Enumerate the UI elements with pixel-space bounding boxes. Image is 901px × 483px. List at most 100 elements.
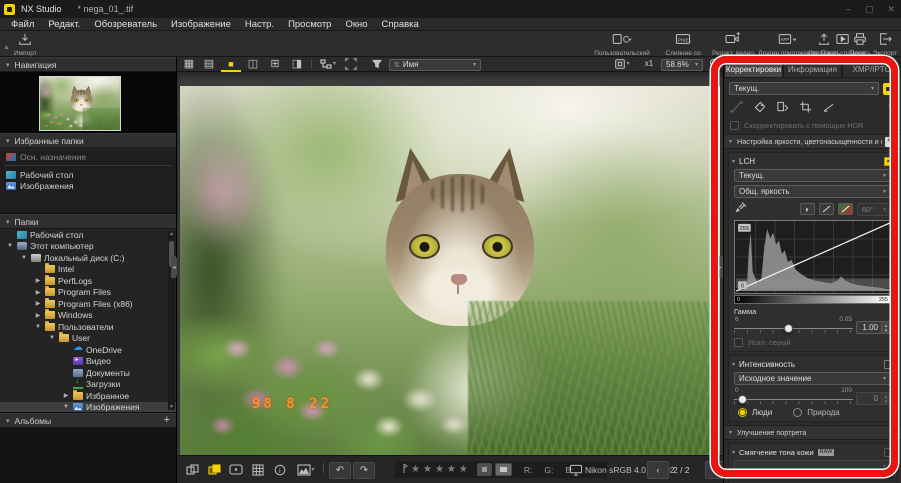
multi-sampler-icon[interactable]: [734, 201, 748, 217]
tree-item-downloads[interactable]: Загрузки: [0, 379, 176, 391]
close-button[interactable]: ✕: [887, 4, 895, 15]
contrast-button[interactable]: ◐: [800, 203, 815, 215]
skin-softening-dropdown[interactable]: [734, 460, 891, 472]
scroll-down-icon[interactable]: ▼: [168, 404, 175, 410]
raw-jpeg-pair-icon[interactable]: [205, 462, 223, 477]
expander-icon[interactable]: ▶: [34, 289, 42, 296]
minimize-button[interactable]: –: [846, 4, 851, 14]
menu-file[interactable]: Файл: [4, 19, 41, 30]
intensity-preset-dropdown[interactable]: Исходное значение: [734, 372, 891, 385]
star-4[interactable]: ★: [447, 465, 456, 475]
send-button[interactable]: Отправить: [806, 32, 842, 57]
tree-item-windows[interactable]: ▶Windows: [0, 310, 176, 322]
tree-item-pictures[interactable]: ▼Изображения: [0, 402, 176, 414]
tree-item-local-disk-c[interactable]: ▼Локальный диск (C:): [0, 252, 176, 264]
info-overlay-icon[interactable]: i: [271, 462, 289, 477]
lch-preset-dropdown[interactable]: Текущ.: [734, 169, 891, 182]
expander-icon[interactable]: ▶: [34, 300, 42, 307]
sort-by-dropdown[interactable]: ⇅ Имя: [389, 59, 481, 71]
nature-radio[interactable]: [793, 408, 802, 417]
tree-item-desktop[interactable]: Рабочий стол: [0, 229, 176, 241]
info-pane-view-icon[interactable]: ◨: [289, 58, 305, 70]
filter-funnel-icon[interactable]: [369, 58, 385, 70]
people-radio[interactable]: [738, 408, 747, 417]
actual-size-button[interactable]: x1: [640, 58, 658, 70]
star-5[interactable]: ★: [459, 465, 468, 475]
navigation-section-header[interactable]: Навигация: [0, 57, 176, 72]
picture-control-badge-icon[interactable]: [883, 83, 896, 95]
zoom-out-icon[interactable]: [707, 58, 723, 70]
scroll-up-icon[interactable]: ▲: [168, 231, 175, 237]
histogram-overlay-icon[interactable]: ▾: [293, 462, 319, 477]
grid-view-icon[interactable]: ▦: [181, 58, 197, 70]
favorites-section-header[interactable]: Избранные папки: [0, 133, 176, 148]
sidebar-collapse-handle[interactable]: ◂: [171, 256, 177, 278]
multi-view-icon[interactable]: ⊞: [267, 58, 283, 70]
hdr-checkbox[interactable]: [730, 121, 739, 130]
zoom-level-dropdown[interactable]: 58.6%: [661, 59, 703, 71]
intensity-stepper[interactable]: ▲▼: [882, 392, 891, 405]
label-button-2[interactable]: [495, 463, 512, 476]
copy-adjustments-icon[interactable]: [776, 101, 789, 116]
menu-settings[interactable]: Настр.: [238, 19, 281, 30]
previous-image-button[interactable]: ‹: [647, 461, 669, 479]
hue-degrees-dropdown[interactable]: 60°: [857, 203, 891, 216]
tree-item-onedrive[interactable]: OneDrive: [0, 344, 176, 356]
gamma-stepper[interactable]: ▲▼: [882, 321, 891, 334]
tree-item-intel[interactable]: Intel: [0, 264, 176, 276]
split-view-icon[interactable]: ◫: [245, 58, 261, 70]
tree-item-favorites-folder[interactable]: ▶Избранное: [0, 390, 176, 402]
menu-help[interactable]: Справка: [375, 19, 426, 30]
star-2[interactable]: ★: [423, 465, 432, 475]
expander-icon[interactable]: ▼: [6, 243, 14, 249]
intensity-slider[interactable]: [734, 394, 853, 405]
label-button-1[interactable]: [477, 463, 492, 476]
skin-softening-checkbox[interactable]: [884, 448, 893, 457]
expander-icon[interactable]: ▼: [48, 335, 56, 341]
tree-item-user[interactable]: ▼User: [0, 333, 176, 345]
intensity-slider-thumb[interactable]: [738, 395, 747, 404]
brightness-section-header[interactable]: Настройка яркости, цветонасыщенности и о…: [724, 134, 901, 149]
gamma-slider-thumb[interactable]: [784, 324, 793, 333]
intensity-value-input[interactable]: 0: [856, 392, 882, 405]
lch-enabled-checkbox[interactable]: [884, 157, 893, 166]
expander-icon[interactable]: ▼: [34, 324, 42, 330]
edit-video-button[interactable]: Редакт. видео: [712, 32, 754, 57]
star-3[interactable]: ★: [435, 465, 444, 475]
import-button[interactable]: Импорт: [14, 32, 37, 57]
tab-adjustments[interactable]: Корректировки: [724, 61, 783, 77]
adjustment-preset-dropdown[interactable]: Текущ.: [729, 82, 879, 95]
tree-item-documents[interactable]: Документы: [0, 367, 176, 379]
exclude-gray-checkbox[interactable]: [734, 338, 743, 347]
navigation-thumbnail-canvas[interactable]: 98 8 22: [39, 76, 121, 131]
straighten-icon[interactable]: [822, 101, 835, 116]
fit-mode-button[interactable]: ▾: [610, 58, 634, 70]
menu-view[interactable]: Просмотр: [281, 19, 338, 30]
compare-images-icon[interactable]: [183, 462, 201, 477]
menu-image[interactable]: Изображение: [164, 19, 238, 30]
tree-item-video[interactable]: Видео: [0, 356, 176, 368]
image-view-icon[interactable]: ■: [223, 58, 239, 70]
maximize-button[interactable]: ▢: [865, 4, 874, 15]
favorite-item-desktop[interactable]: Рабочий стол: [0, 169, 176, 180]
crop-icon[interactable]: [799, 101, 812, 116]
expander-icon[interactable]: ▶: [62, 392, 70, 399]
undo-button[interactable]: ↶: [329, 462, 351, 479]
photo-canvas[interactable]: 98 8 22: [180, 86, 720, 455]
tag-icon[interactable]: [753, 101, 766, 116]
folders-section-header[interactable]: Папки: [0, 214, 176, 229]
menu-browser[interactable]: Обозреватель: [87, 19, 164, 30]
tree-item-users[interactable]: ▼Пользователи: [0, 321, 176, 333]
lch-header[interactable]: LCH: [732, 155, 893, 168]
add-album-button[interactable]: +: [164, 414, 170, 427]
portrait-section-header[interactable]: Улучшение портрета: [724, 425, 901, 440]
tree-item-perflogs[interactable]: ▶PerfLogs: [0, 275, 176, 287]
favorite-item-default-destination[interactable]: Осн. назначение: [0, 151, 176, 162]
tab-xmp-iptc[interactable]: XMP/IPTC: [842, 61, 901, 77]
expander-icon[interactable]: ▼: [20, 255, 28, 261]
levels-gradient-bar[interactable]: 0 255: [734, 295, 891, 304]
menu-window[interactable]: Окно: [338, 19, 374, 30]
favorite-item-pictures[interactable]: Изображения: [0, 180, 176, 191]
fit-window-icon[interactable]: [343, 58, 359, 70]
panel-collapse-handle[interactable]: ▸: [717, 256, 723, 278]
